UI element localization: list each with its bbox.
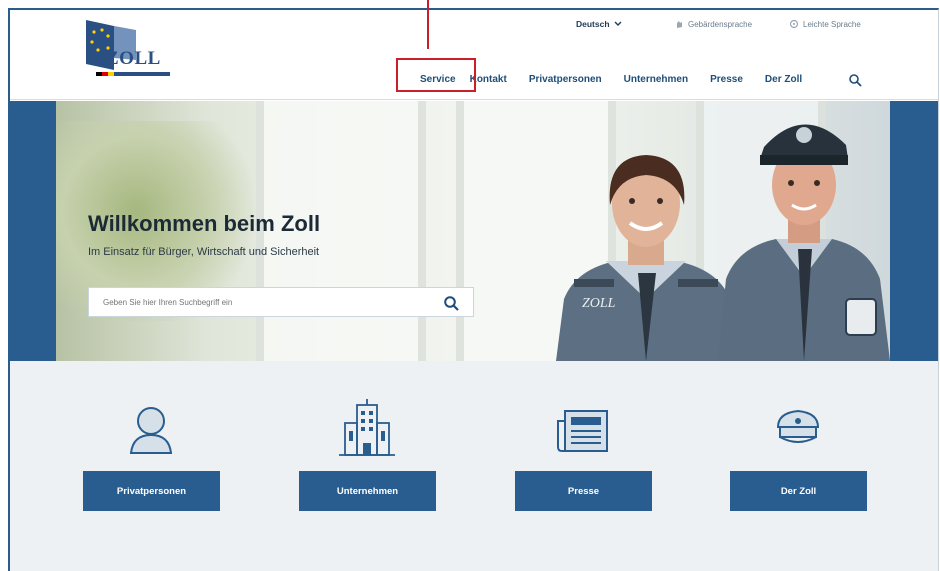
audience-section: Privatpersonen Unternehmen Presse Der Zo… <box>10 361 938 571</box>
main-navigation: Service Kontakt Privatpersonen Unternehm… <box>420 74 824 85</box>
search-icon[interactable] <box>848 73 862 87</box>
privatpersonen-button[interactable]: Privatpersonen <box>83 471 220 511</box>
easy-language-label: Leichte Sprache <box>803 19 861 29</box>
browser-frame: ZOLL Deutsch Gebärdensprache Leichte Spr… <box>8 8 939 571</box>
highlight-pointer-line <box>427 0 429 49</box>
presse-button[interactable]: Presse <box>515 471 652 511</box>
sign-language-icon <box>677 21 682 28</box>
easy-language-icon <box>789 19 799 29</box>
logo-text: ZOLL <box>106 48 161 69</box>
nav-der-zoll[interactable]: Der Zoll <box>765 74 802 85</box>
sign-language-link[interactable]: Gebärdensprache <box>674 19 752 29</box>
newspaper-icon <box>557 410 608 452</box>
language-label: Deutsch <box>576 19 610 29</box>
easy-language-link[interactable]: Leichte Sprache <box>789 19 861 29</box>
person-icon <box>129 407 173 454</box>
jacket-text: ZOLL <box>582 296 616 311</box>
cap-icon <box>776 409 820 443</box>
hero-title: Willkommen beim Zoll <box>88 211 321 236</box>
nav-privatpersonen[interactable]: Privatpersonen <box>529 74 602 85</box>
building-icon <box>339 399 395 456</box>
nav-unternehmen[interactable]: Unternehmen <box>624 74 688 85</box>
service-highlight-box <box>396 58 476 92</box>
search-input[interactable] <box>89 288 429 316</box>
hero-subtitle: Im Einsatz für Bürger, Wirtschaft und Si… <box>88 246 320 258</box>
hero-banner: ZOLL Willkommen beim Zoll Im Einsatz für… <box>10 101 938 361</box>
language-select[interactable]: Deutsch <box>576 19 622 29</box>
der-zoll-button[interactable]: Der Zoll <box>730 471 867 511</box>
sign-language-label: Gebärdensprache <box>688 19 753 29</box>
chevron-down-icon <box>614 21 622 26</box>
male-officer-image <box>718 124 890 361</box>
unternehmen-button[interactable]: Unternehmen <box>299 471 436 511</box>
hero-search-box <box>88 287 474 317</box>
search-icon[interactable] <box>443 295 459 311</box>
nav-presse[interactable]: Presse <box>710 74 743 85</box>
